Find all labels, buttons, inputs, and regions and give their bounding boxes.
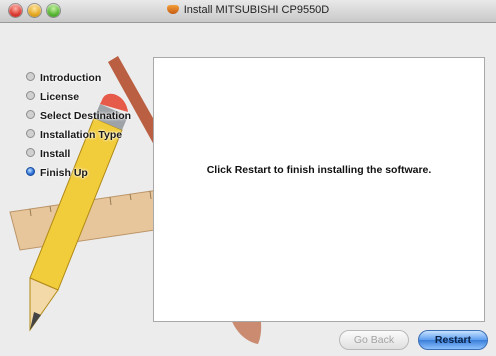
step-bullet-icon — [26, 72, 35, 81]
step-bullet-active-icon — [26, 167, 35, 176]
window-title: Install MITSUBISHI CP9550D — [0, 4, 496, 16]
go-back-button[interactable]: Go Back — [339, 330, 409, 350]
step-label: Finish Up — [40, 167, 88, 179]
step-license: License — [26, 91, 131, 110]
step-select-destination: Select Destination — [26, 110, 131, 129]
step-label: Installation Type — [40, 129, 123, 141]
installer-steps-list: Introduction License Select Destination … — [26, 72, 131, 186]
window-title-text: Install MITSUBISHI CP9550D — [183, 4, 330, 16]
finish-message: Click Restart to finish installing the s… — [206, 164, 432, 176]
step-finish-up: Finish Up — [26, 167, 131, 186]
step-label: Select Destination — [40, 110, 132, 122]
step-installation-type: Installation Type — [26, 129, 131, 148]
installer-window: Install MITSUBISHI CP9550D Introduction … — [0, 0, 496, 356]
step-label: License — [40, 91, 80, 103]
step-introduction: Introduction — [26, 72, 131, 91]
content-panel: Click Restart to finish installing the s… — [153, 57, 485, 322]
step-label: Introduction — [40, 72, 102, 84]
step-bullet-icon — [26, 148, 35, 157]
step-bullet-icon — [26, 91, 35, 100]
step-label: Install — [40, 148, 71, 160]
title-bar[interactable]: Install MITSUBISHI CP9550D — [0, 0, 496, 23]
step-bullet-icon — [26, 110, 35, 119]
step-bullet-icon — [26, 129, 35, 138]
package-icon — [166, 5, 179, 14]
step-install: Install — [26, 148, 131, 167]
restart-button[interactable]: Restart — [418, 330, 488, 350]
